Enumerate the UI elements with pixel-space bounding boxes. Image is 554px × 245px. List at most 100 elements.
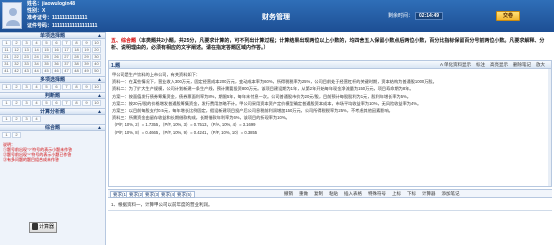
- collapse-arrow-icon[interactable]: ▲: [97, 109, 102, 115]
- question-number-cell[interactable]: 8: [72, 100, 81, 106]
- question-number-cell[interactable]: 12: [12, 47, 21, 53]
- question-number-cell[interactable]: 8: [72, 84, 81, 90]
- question-number-cell[interactable]: 4: [32, 84, 41, 90]
- question-number-cell[interactable]: 4: [32, 40, 41, 46]
- material-tool-button[interactable]: 高亮显示: [490, 62, 508, 67]
- material-tool-button[interactable]: 标注: [476, 62, 485, 67]
- question-number-cell[interactable]: 44: [32, 68, 41, 74]
- question-number-cell[interactable]: 9: [82, 100, 91, 106]
- question-number-cell[interactable]: 6: [52, 40, 61, 46]
- question-number-cell[interactable]: 14: [32, 47, 41, 53]
- material-scrollbar[interactable]: [548, 69, 551, 186]
- question-number-cell[interactable]: 35: [42, 61, 51, 67]
- question-number-cell[interactable]: 23: [22, 54, 31, 60]
- question-number-cell[interactable]: 28: [72, 54, 81, 60]
- question-number-cell[interactable]: 50: [92, 68, 101, 74]
- nav-section-header[interactable]: 综合题 ▲: [0, 124, 105, 131]
- material-tool-button[interactable]: 放大: [536, 62, 545, 67]
- question-number-cell[interactable]: 1: [2, 100, 11, 106]
- question-number-cell[interactable]: 10: [92, 84, 101, 90]
- answer-input[interactable]: [108, 210, 552, 245]
- question-number-cell[interactable]: 20: [92, 47, 101, 53]
- editor-tool-button[interactable]: 下标: [407, 191, 416, 196]
- editor-tool-button[interactable]: 插入表格: [344, 191, 362, 196]
- question-number-cell[interactable]: 34: [32, 61, 41, 67]
- question-number-cell[interactable]: 11: [2, 47, 11, 53]
- question-number-cell[interactable]: 5: [42, 40, 51, 46]
- question-number-cell[interactable]: 39: [82, 61, 91, 67]
- question-number-cell[interactable]: 10: [92, 40, 101, 46]
- question-number-cell[interactable]: 6: [52, 100, 61, 106]
- question-number-cell[interactable]: 45: [42, 68, 51, 74]
- question-number-cell[interactable]: 1: [2, 116, 11, 122]
- material-tool-button[interactable]: A 单化资料显示: [440, 62, 471, 67]
- question-number-cell[interactable]: 18: [72, 47, 81, 53]
- question-number-cell[interactable]: 8: [72, 40, 81, 46]
- nav-section-header[interactable]: 判断题 ▲: [0, 92, 105, 99]
- question-number-cell[interactable]: 7: [62, 100, 71, 106]
- question-number-cell[interactable]: 13: [22, 47, 31, 53]
- question-number-cell[interactable]: 1: [2, 40, 11, 46]
- question-number-cell[interactable]: 32: [12, 61, 21, 67]
- question-number-cell[interactable]: 5: [42, 100, 51, 106]
- question-number-cell[interactable]: 7: [62, 40, 71, 46]
- question-number-cell[interactable]: 33: [22, 61, 31, 67]
- editor-tool-button[interactable]: 特殊符号: [368, 191, 386, 196]
- question-number-cell[interactable]: 1: [2, 132, 11, 138]
- question-number-cell[interactable]: 46: [52, 68, 61, 74]
- question-number-cell[interactable]: 3: [22, 84, 31, 90]
- collapse-arrow-icon[interactable]: ▲: [97, 33, 102, 39]
- editor-tool-button[interactable]: 上标: [392, 191, 401, 196]
- question-number-cell[interactable]: 7: [62, 84, 71, 90]
- question-number-cell[interactable]: 48: [72, 68, 81, 74]
- question-number-cell[interactable]: 47: [62, 68, 71, 74]
- material-tool-button[interactable]: 删除笔记: [513, 62, 531, 67]
- question-number-cell[interactable]: 4: [32, 100, 41, 106]
- editor-tool-button[interactable]: 重做: [299, 191, 308, 196]
- editor-tool-button[interactable]: 计算器: [422, 191, 436, 196]
- question-number-cell[interactable]: 1: [2, 84, 11, 90]
- question-number-cell[interactable]: 5: [42, 84, 51, 90]
- question-number-cell[interactable]: 3: [22, 116, 31, 122]
- question-number-cell[interactable]: 17: [62, 47, 71, 53]
- nav-section-header[interactable]: 多项选择题 ▲: [0, 76, 105, 83]
- collapse-arrow-icon[interactable]: ▲: [97, 125, 102, 131]
- question-number-cell[interactable]: 49: [82, 68, 91, 74]
- nav-section-header[interactable]: 计算分析题 ▲: [0, 108, 105, 115]
- question-number-cell[interactable]: 2: [12, 132, 21, 138]
- question-number-cell[interactable]: 2: [12, 84, 21, 90]
- editor-tool-button[interactable]: 复制: [314, 191, 323, 196]
- question-number-cell[interactable]: 31: [2, 61, 11, 67]
- question-number-cell[interactable]: 37: [62, 61, 71, 67]
- question-number-cell[interactable]: 9: [82, 40, 91, 46]
- question-number-cell[interactable]: 36: [52, 61, 61, 67]
- question-number-cell[interactable]: 9: [82, 84, 91, 90]
- question-number-cell[interactable]: 15: [42, 47, 51, 53]
- question-number-cell[interactable]: 25: [42, 54, 51, 60]
- question-number-cell[interactable]: 27: [62, 54, 71, 60]
- question-number-cell[interactable]: 3: [22, 100, 31, 106]
- question-number-cell[interactable]: 38: [72, 61, 81, 67]
- question-number-cell[interactable]: 41: [2, 68, 11, 74]
- question-number-cell[interactable]: 43: [22, 68, 31, 74]
- editor-tool-button[interactable]: 撤销: [284, 191, 293, 196]
- question-number-cell[interactable]: 2: [12, 100, 21, 106]
- question-number-cell[interactable]: 2: [12, 40, 21, 46]
- question-number-cell[interactable]: 42: [12, 68, 21, 74]
- question-number-cell[interactable]: 40: [92, 61, 101, 67]
- question-number-cell[interactable]: 26: [52, 54, 61, 60]
- editor-tool-button[interactable]: 粘贴: [329, 191, 338, 196]
- question-number-cell[interactable]: 21: [2, 54, 11, 60]
- question-number-cell[interactable]: 10: [92, 100, 101, 106]
- nav-section-header[interactable]: 单项选择题 ▲: [0, 32, 105, 39]
- collapse-arrow-icon[interactable]: ▲: [97, 77, 102, 83]
- question-number-cell[interactable]: 24: [32, 54, 41, 60]
- question-number-cell[interactable]: 2: [12, 116, 21, 122]
- collapse-arrow-icon[interactable]: ▲: [97, 93, 102, 99]
- question-number-cell[interactable]: 22: [12, 54, 21, 60]
- question-number-cell[interactable]: 30: [92, 54, 101, 60]
- submit-exam-button[interactable]: 交卷: [496, 11, 520, 21]
- calculator-button[interactable]: 计算器: [29, 222, 57, 233]
- question-number-cell[interactable]: 4: [32, 116, 41, 122]
- question-number-cell[interactable]: 6: [52, 84, 61, 90]
